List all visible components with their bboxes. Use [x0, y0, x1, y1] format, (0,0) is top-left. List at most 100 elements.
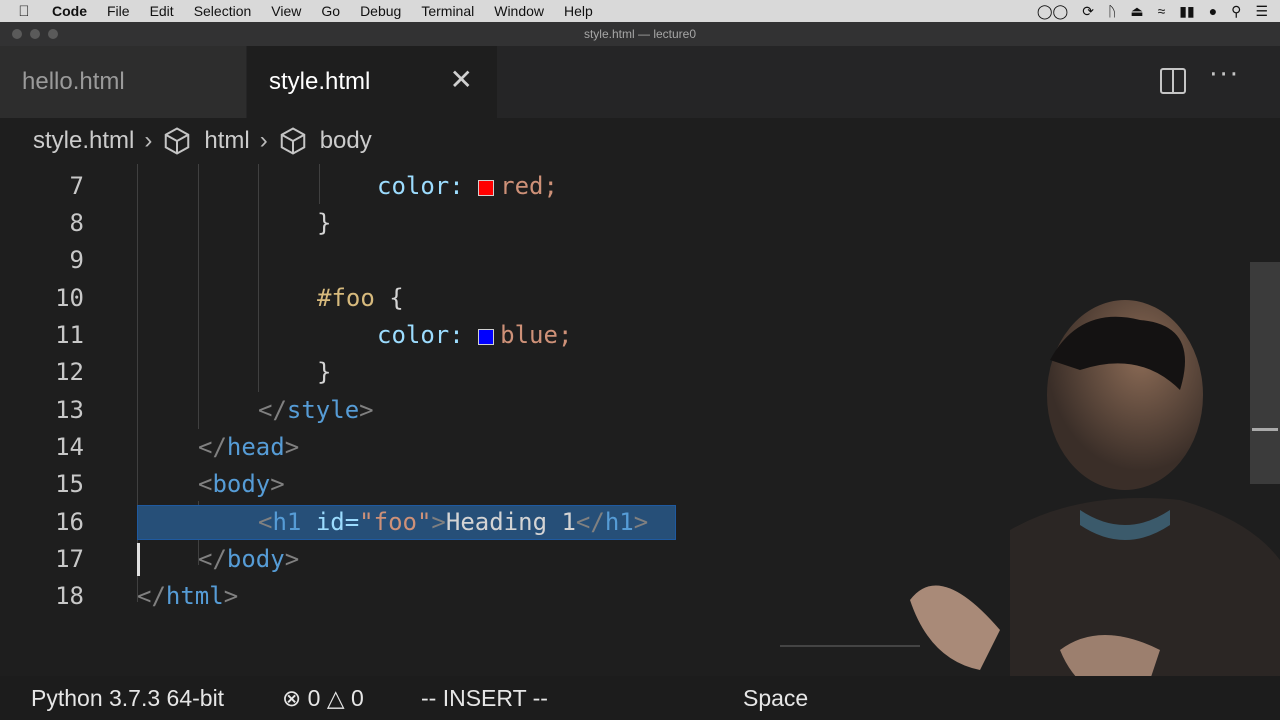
more-actions-icon[interactable]: ··· — [1209, 60, 1240, 90]
css-value: blue; — [500, 321, 573, 349]
tag-name: body — [212, 470, 271, 498]
presenter-video-overlay — [780, 300, 1280, 720]
css-selector: #foo — [317, 284, 375, 312]
vim-mode-indicator: -- INSERT -- — [421, 685, 548, 711]
bluetooth-icon[interactable]: ᚢ — [1108, 3, 1116, 19]
chevron-right-icon: › — [259, 127, 268, 154]
breadcrumb-html[interactable]: html — [162, 126, 250, 156]
css-property: color: — [377, 172, 464, 200]
attribute-name: id= — [315, 508, 360, 536]
warning-icon: △ — [326, 685, 345, 711]
chevron-right-icon: › — [144, 127, 153, 154]
menu-edit[interactable]: Edit — [150, 3, 174, 19]
symbol-element-icon — [280, 127, 305, 155]
menu-go[interactable]: Go — [321, 3, 340, 19]
python-interpreter[interactable]: Python 3.7.3 64-bit — [31, 684, 224, 712]
battery-icon[interactable]: ▮▮ — [1179, 3, 1194, 20]
code-text: } — [317, 358, 332, 386]
menu-help[interactable]: Help — [564, 3, 593, 19]
color-swatch-icon[interactable] — [478, 180, 495, 196]
warning-count: 0 — [350, 685, 364, 711]
tag-bracket: > — [284, 545, 300, 573]
close-icon[interactable]: ✕ — [450, 66, 473, 94]
line-number: 10 — [55, 284, 84, 312]
code-text: } — [317, 209, 332, 237]
css-value: red; — [500, 172, 558, 200]
tag-bracket: </ — [258, 396, 287, 424]
glasses-icon[interactable]: ◯◯ — [1037, 3, 1068, 20]
tag-name: body — [226, 545, 285, 573]
code-text: { — [389, 284, 404, 312]
window-title: style.html — lecture0 — [583, 27, 697, 41]
attribute-value: "foo" — [359, 508, 432, 536]
tag-bracket: < — [258, 508, 273, 536]
problems-indicator[interactable]: ⊗ 0 △ 0 — [282, 684, 364, 712]
tab-hello-html[interactable]: hello.html — [0, 46, 246, 118]
line-number: 9 — [69, 246, 84, 274]
tab-label: style.html — [269, 68, 371, 95]
tag-bracket: </ — [137, 582, 166, 610]
element-text: Heading 1 — [445, 508, 576, 536]
menu-selection[interactable]: Selection — [194, 3, 252, 19]
tag-name: style — [286, 396, 360, 424]
css-property: color: — [377, 321, 464, 349]
tag-name: h1 — [604, 508, 634, 536]
indentation-setting[interactable]: Space — [743, 684, 808, 712]
menu-app-code[interactable]: Code — [52, 3, 87, 19]
line-number: 18 — [55, 582, 84, 610]
tag-bracket: < — [198, 470, 213, 498]
breadcrumb-body[interactable]: body — [278, 126, 372, 156]
status-bar: Python 3.7.3 64-bit ⊗ 0 △ 0 -- INSERT --… — [0, 676, 1280, 720]
apple-icon[interactable]:  — [14, 3, 34, 20]
editor-tab-bar: hello.html style.html ✕ ··· — [0, 46, 1280, 118]
user-icon[interactable]: ● — [1209, 3, 1217, 19]
symbol-element-icon — [165, 127, 190, 155]
tag-bracket: > — [633, 508, 649, 536]
wifi-icon[interactable]: ≈ — [1158, 3, 1166, 19]
breadcrumb-file[interactable]: style.html — [33, 127, 134, 155]
tag-bracket: </ — [575, 508, 605, 536]
error-count: 0 — [307, 685, 321, 711]
tag-name: h1 — [272, 508, 302, 536]
text-cursor — [137, 543, 140, 576]
breadcrumb: style.html › html › body — [0, 118, 1280, 164]
color-swatch-icon[interactable] — [478, 329, 495, 345]
tag-name: head — [226, 433, 285, 461]
eject-icon[interactable]: ⏏ — [1130, 3, 1143, 20]
code-line: 9 — [0, 242, 1250, 279]
tab-label: hello.html — [22, 68, 125, 95]
line-number: 17 — [55, 545, 84, 573]
breadcrumb-label: body — [319, 127, 372, 154]
breadcrumb-label: html — [204, 127, 250, 154]
tag-bracket: </ — [198, 433, 227, 461]
line-number: 8 — [69, 209, 84, 237]
error-icon: ⊗ — [282, 685, 302, 711]
tag-bracket: > — [359, 396, 374, 424]
tag-bracket: > — [270, 470, 285, 498]
line-number: 12 — [55, 358, 84, 386]
line-number: 13 — [55, 396, 84, 424]
line-number: 11 — [55, 321, 84, 349]
tag-bracket: > — [223, 582, 239, 610]
tag-bracket: > — [431, 508, 446, 536]
line-number: 15 — [55, 470, 84, 498]
tag-bracket: > — [284, 433, 300, 461]
notification-center-icon[interactable]: ☰ — [1255, 3, 1268, 20]
split-editor-icon[interactable] — [1160, 68, 1186, 94]
menu-view[interactable]: View — [271, 3, 301, 19]
line-number: 16 — [55, 508, 84, 536]
sync-icon[interactable]: ⟳ — [1082, 3, 1094, 20]
tag-name: html — [165, 582, 224, 610]
tag-bracket: </ — [198, 545, 227, 573]
menu-file[interactable]: File — [107, 3, 130, 19]
spotlight-search-icon[interactable]: ⚲ — [1231, 3, 1241, 20]
menu-window[interactable]: Window — [494, 3, 544, 19]
menu-debug[interactable]: Debug — [360, 3, 401, 19]
window-title-bar: style.html — lecture0 — [0, 22, 1280, 46]
line-number: 7 — [69, 172, 84, 200]
tab-style-html[interactable]: style.html ✕ — [247, 46, 497, 118]
menu-bar:  Code File Edit Selection View Go Debug… — [0, 0, 1280, 22]
menu-terminal[interactable]: Terminal — [421, 3, 474, 19]
menubar-status-area: ◯◯ ⟳ ᚢ ⏏ ≈ ▮▮ ● ⚲ ☰ — [1037, 0, 1268, 22]
line-number: 14 — [55, 433, 84, 461]
